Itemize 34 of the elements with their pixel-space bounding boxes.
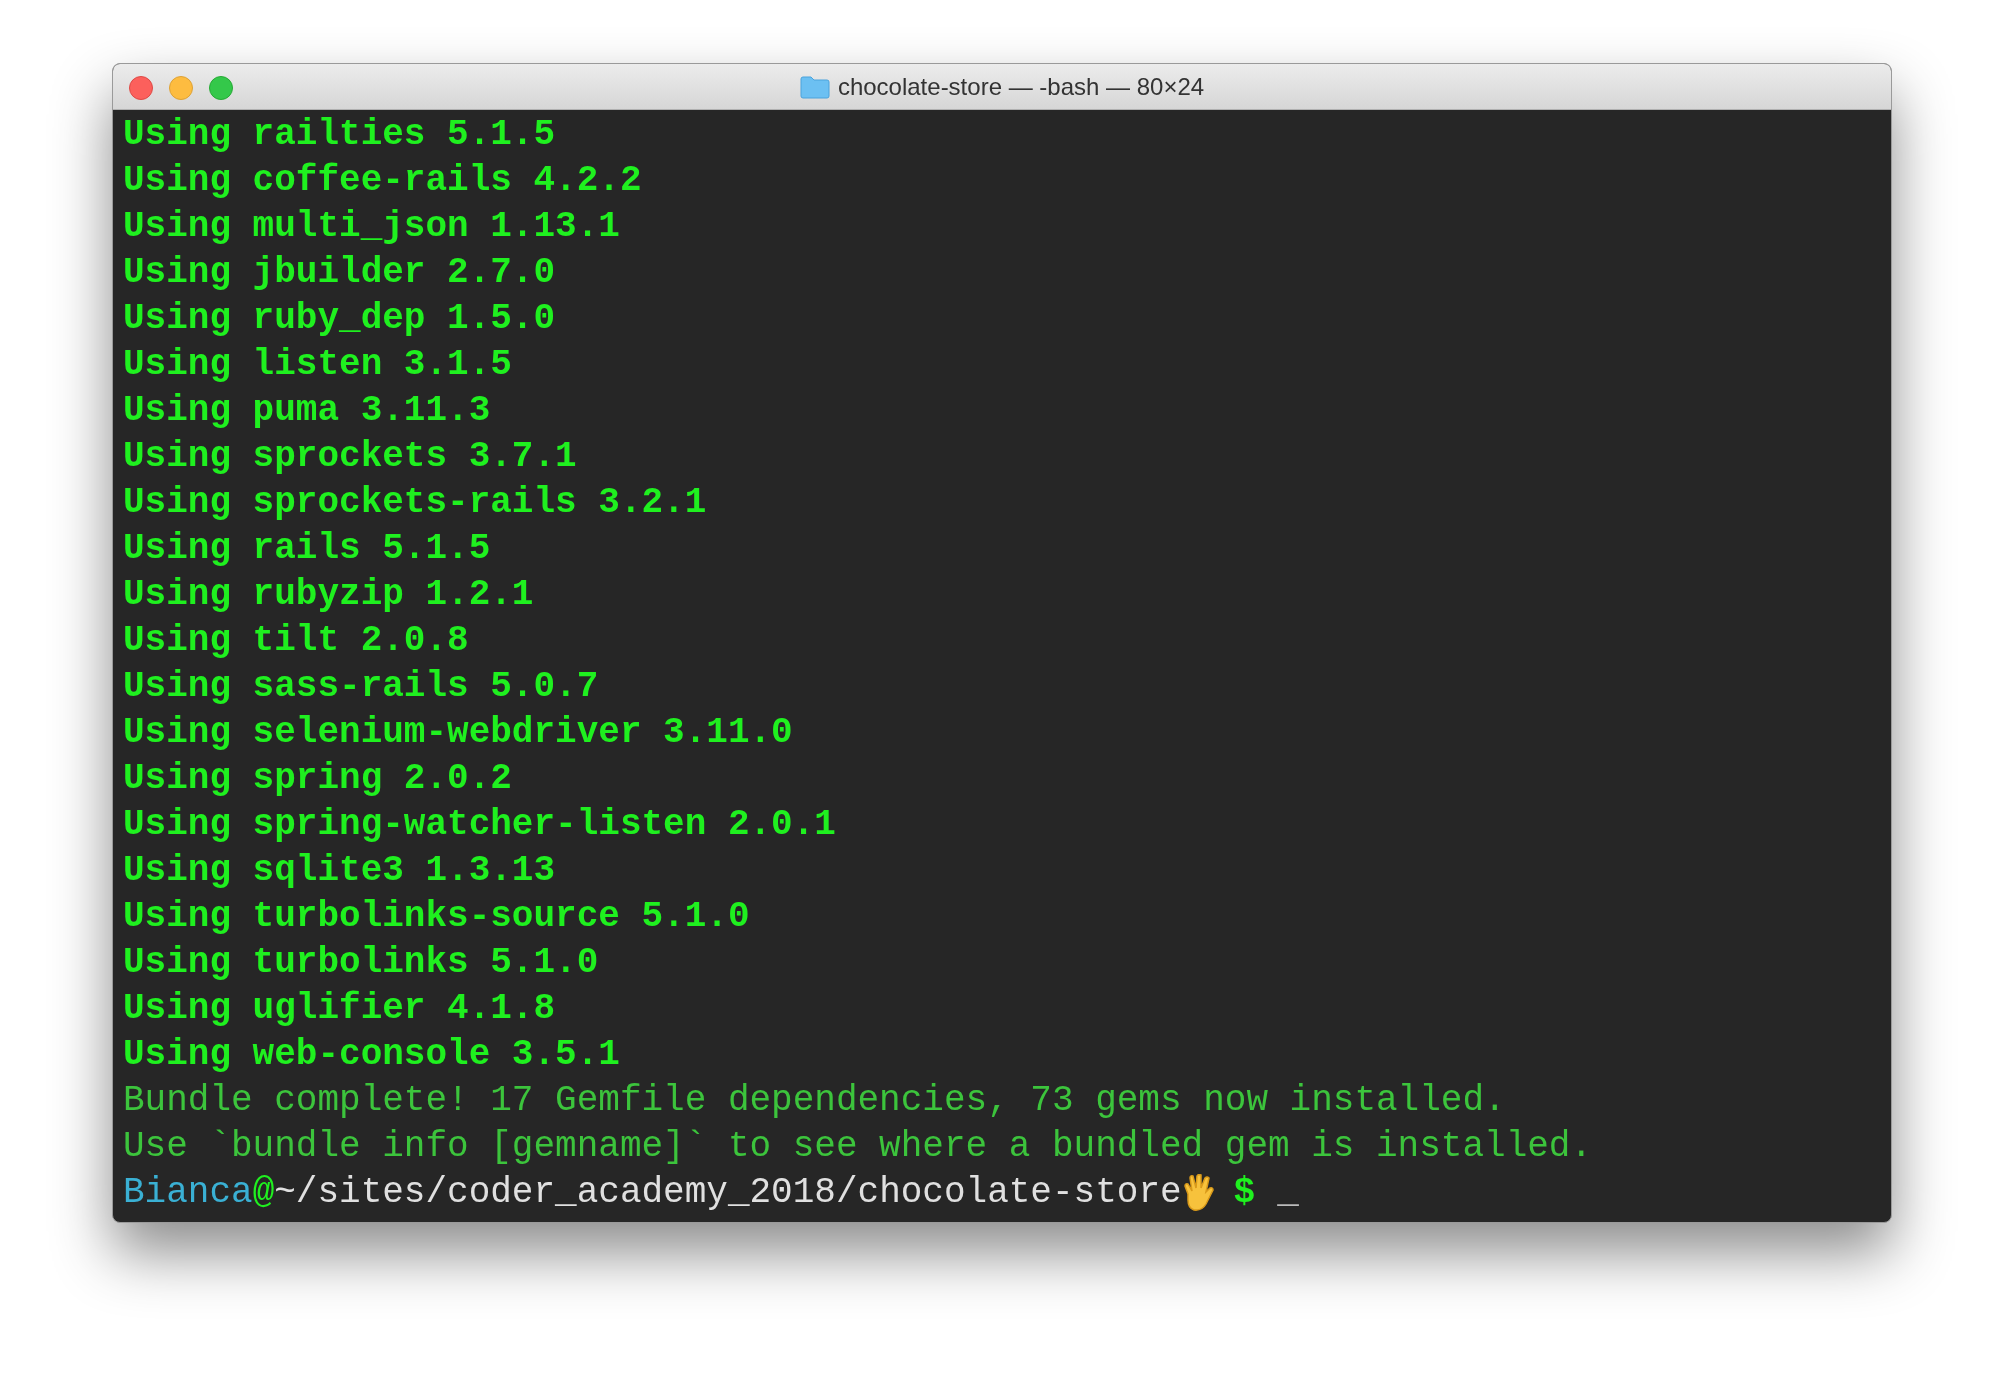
zoom-button[interactable] [209, 76, 233, 100]
output-line: Using turbolinks-source 5.1.0 [123, 895, 750, 939]
output-line: Using rubyzip 1.2.1 [123, 573, 534, 617]
output-line: Using turbolinks 5.1.0 [123, 941, 599, 985]
folder-icon [799, 74, 830, 99]
prompt-at: @ [252, 1171, 275, 1215]
close-button[interactable] [129, 76, 153, 100]
output-line: Using sprockets 3.7.1 [123, 435, 577, 479]
cursor: _ [1277, 1171, 1299, 1215]
output-line: Using web-console 3.5.1 [123, 1033, 620, 1077]
output-line: Using puma 3.11.3 [123, 389, 491, 433]
output-line: Using rails 5.1.5 [123, 527, 491, 571]
prompt-user: Bianca [123, 1171, 253, 1215]
hand-icon [1181, 1174, 1216, 1212]
output-line: Using ruby_dep 1.5.0 [123, 297, 556, 341]
output-line: Using spring-watcher-listen 2.0.1 [123, 803, 836, 847]
output-line: Bundle complete! 17 Gemfile dependencies, 73 gems now installed. [123, 1079, 1506, 1123]
output-line: Using sqlite3 1.3.13 [123, 849, 556, 893]
output-line: Using multi_json 1.13.1 [123, 205, 620, 249]
output-line: Using sprockets-rails 3.2.1 [123, 481, 707, 525]
output-line: Using railties 5.1.5 [123, 113, 556, 157]
output-line: Using listen 3.1.5 [123, 343, 512, 387]
prompt-path: ~/sites/coder_academy_2018/chocolate-store [274, 1171, 1182, 1215]
output-line: Using sass-rails 5.0.7 [123, 665, 599, 709]
output-line: Using tilt 2.0.8 [123, 619, 469, 663]
prompt-symbol: $ [1233, 1171, 1256, 1215]
output-line: Using selenium-webdriver 3.11.0 [123, 711, 793, 755]
output-line: Using spring 2.0.2 [123, 757, 512, 801]
minimize-button[interactable] [169, 76, 193, 100]
output-line: Use `bundle info [gemname]` to see where a bundled gem is installed. [123, 1125, 1593, 1169]
output-line: Using jbuilder 2.7.0 [123, 251, 556, 295]
output-line: Using uglifier 4.1.8 [123, 987, 556, 1031]
window-title: chocolate-store — -bash — 80×24 [837, 71, 1205, 102]
output-line: Using coffee-rails 4.2.2 [123, 159, 642, 203]
